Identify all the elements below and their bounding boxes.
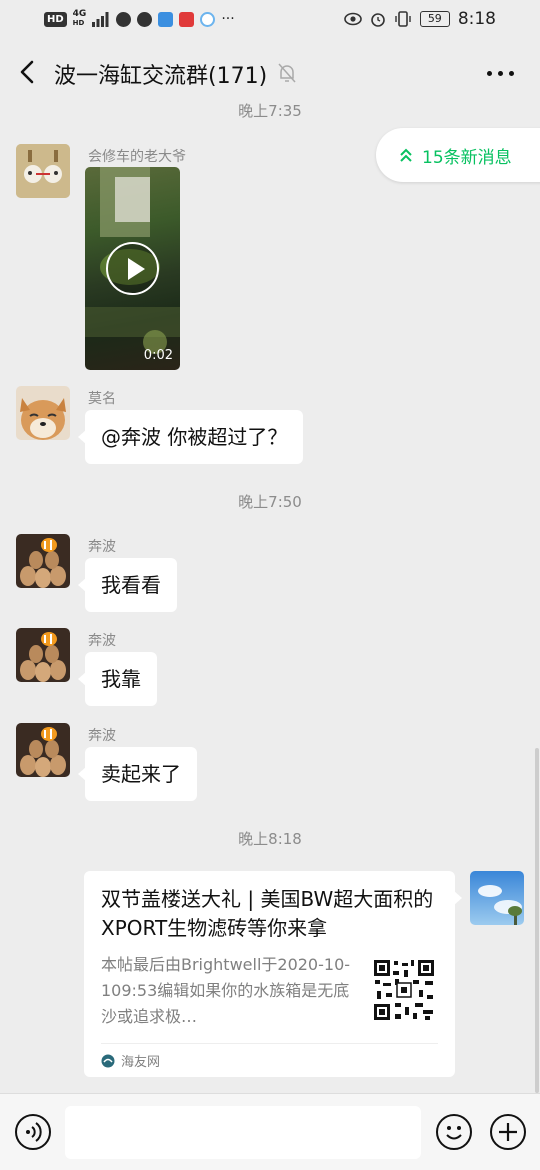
plus-button[interactable]: [490, 1114, 526, 1150]
new-messages-label: 15条新消息: [422, 147, 512, 168]
eye-icon: [344, 12, 362, 26]
link-card-source: 海友网: [101, 1051, 160, 1070]
message-input[interactable]: [65, 1106, 421, 1159]
cloud-icon: [200, 11, 216, 27]
avatar[interactable]: [16, 144, 70, 198]
qr-code-image: [373, 959, 435, 1021]
battery-icon: 59: [419, 11, 450, 27]
video-duration: 0:02: [143, 348, 173, 363]
hd-icon: HD: [44, 11, 67, 27]
back-arrow-icon[interactable]: [14, 54, 42, 90]
clock-time: 8:18: [457, 9, 496, 29]
gallery-icon: [158, 11, 174, 27]
input-bar: [0, 1093, 540, 1170]
chat-header: 波一海缸交流群(171): [0, 40, 540, 106]
smiley-icon: [446, 1126, 462, 1140]
vibrate-icon: [395, 11, 411, 27]
link-card-message[interactable]: 双节盖楼送大礼 | 美国BW超大面积的XPORT生物滤砖等你来拿 本帖最后由Br…: [84, 871, 462, 1077]
video-message[interactable]: 0:02: [85, 167, 180, 370]
sender-name: 奔波: [88, 728, 116, 744]
voice-icon: [26, 1122, 42, 1142]
link-card-description: 本帖最后由Brightwell于2020-10-109:53编辑如果你的水族箱是…: [101, 955, 351, 1026]
timestamp: 晚上7:35: [238, 102, 302, 120]
timestamp: 晚上8:18: [238, 830, 302, 848]
source-logo-icon: [101, 1054, 115, 1067]
network-type-icon: 4G HD: [72, 9, 87, 28]
emoji-button[interactable]: [436, 1114, 472, 1150]
play-icon[interactable]: [106, 242, 159, 295]
alarm-icon: [371, 13, 385, 27]
message-bubble[interactable]: 我看看: [78, 558, 177, 612]
voice-input-button[interactable]: [15, 1114, 51, 1150]
message-bubble[interactable]: 我靠: [78, 652, 157, 706]
new-messages-button[interactable]: 15条新消息: [376, 128, 540, 182]
link-card-title: 双节盖楼送大礼 | 美国BW超大面积的XPORT生物滤砖等你来拿: [101, 887, 434, 940]
avatar[interactable]: [16, 628, 70, 682]
double-chevron-up-icon: [400, 148, 412, 162]
avatar[interactable]: [16, 723, 70, 777]
own-avatar[interactable]: [470, 871, 524, 925]
sender-name: 会修车的老大爷: [88, 149, 186, 165]
plus-icon: [499, 1123, 517, 1141]
source-name: 海友网: [121, 1055, 161, 1070]
chat-bubble-icon: [116, 11, 132, 27]
scrollbar[interactable]: [535, 748, 539, 1093]
compass-icon: [137, 11, 153, 27]
chat-title: 波一海缸交流群(171): [54, 64, 268, 89]
status-bar: HD 4G HD ··· 59 8:18: [0, 0, 540, 40]
app-red-icon: [179, 11, 195, 27]
message-bubble[interactable]: @奔波 你被超过了？: [77, 410, 304, 464]
avatar[interactable]: [16, 386, 70, 440]
more-notifications-icon: ···: [221, 11, 235, 27]
sender-name: 奔波: [88, 633, 116, 649]
more-options-icon[interactable]: [487, 71, 514, 76]
message-bubble[interactable]: 卖起来了: [78, 747, 197, 801]
sender-name: 莫名: [88, 391, 116, 407]
mute-bell-icon: [278, 63, 296, 83]
signal-icon: [92, 12, 109, 27]
sender-name: 奔波: [88, 539, 116, 555]
divider: [101, 1043, 438, 1044]
avatar[interactable]: [16, 534, 70, 588]
timestamp: 晚上7:50: [238, 493, 302, 511]
